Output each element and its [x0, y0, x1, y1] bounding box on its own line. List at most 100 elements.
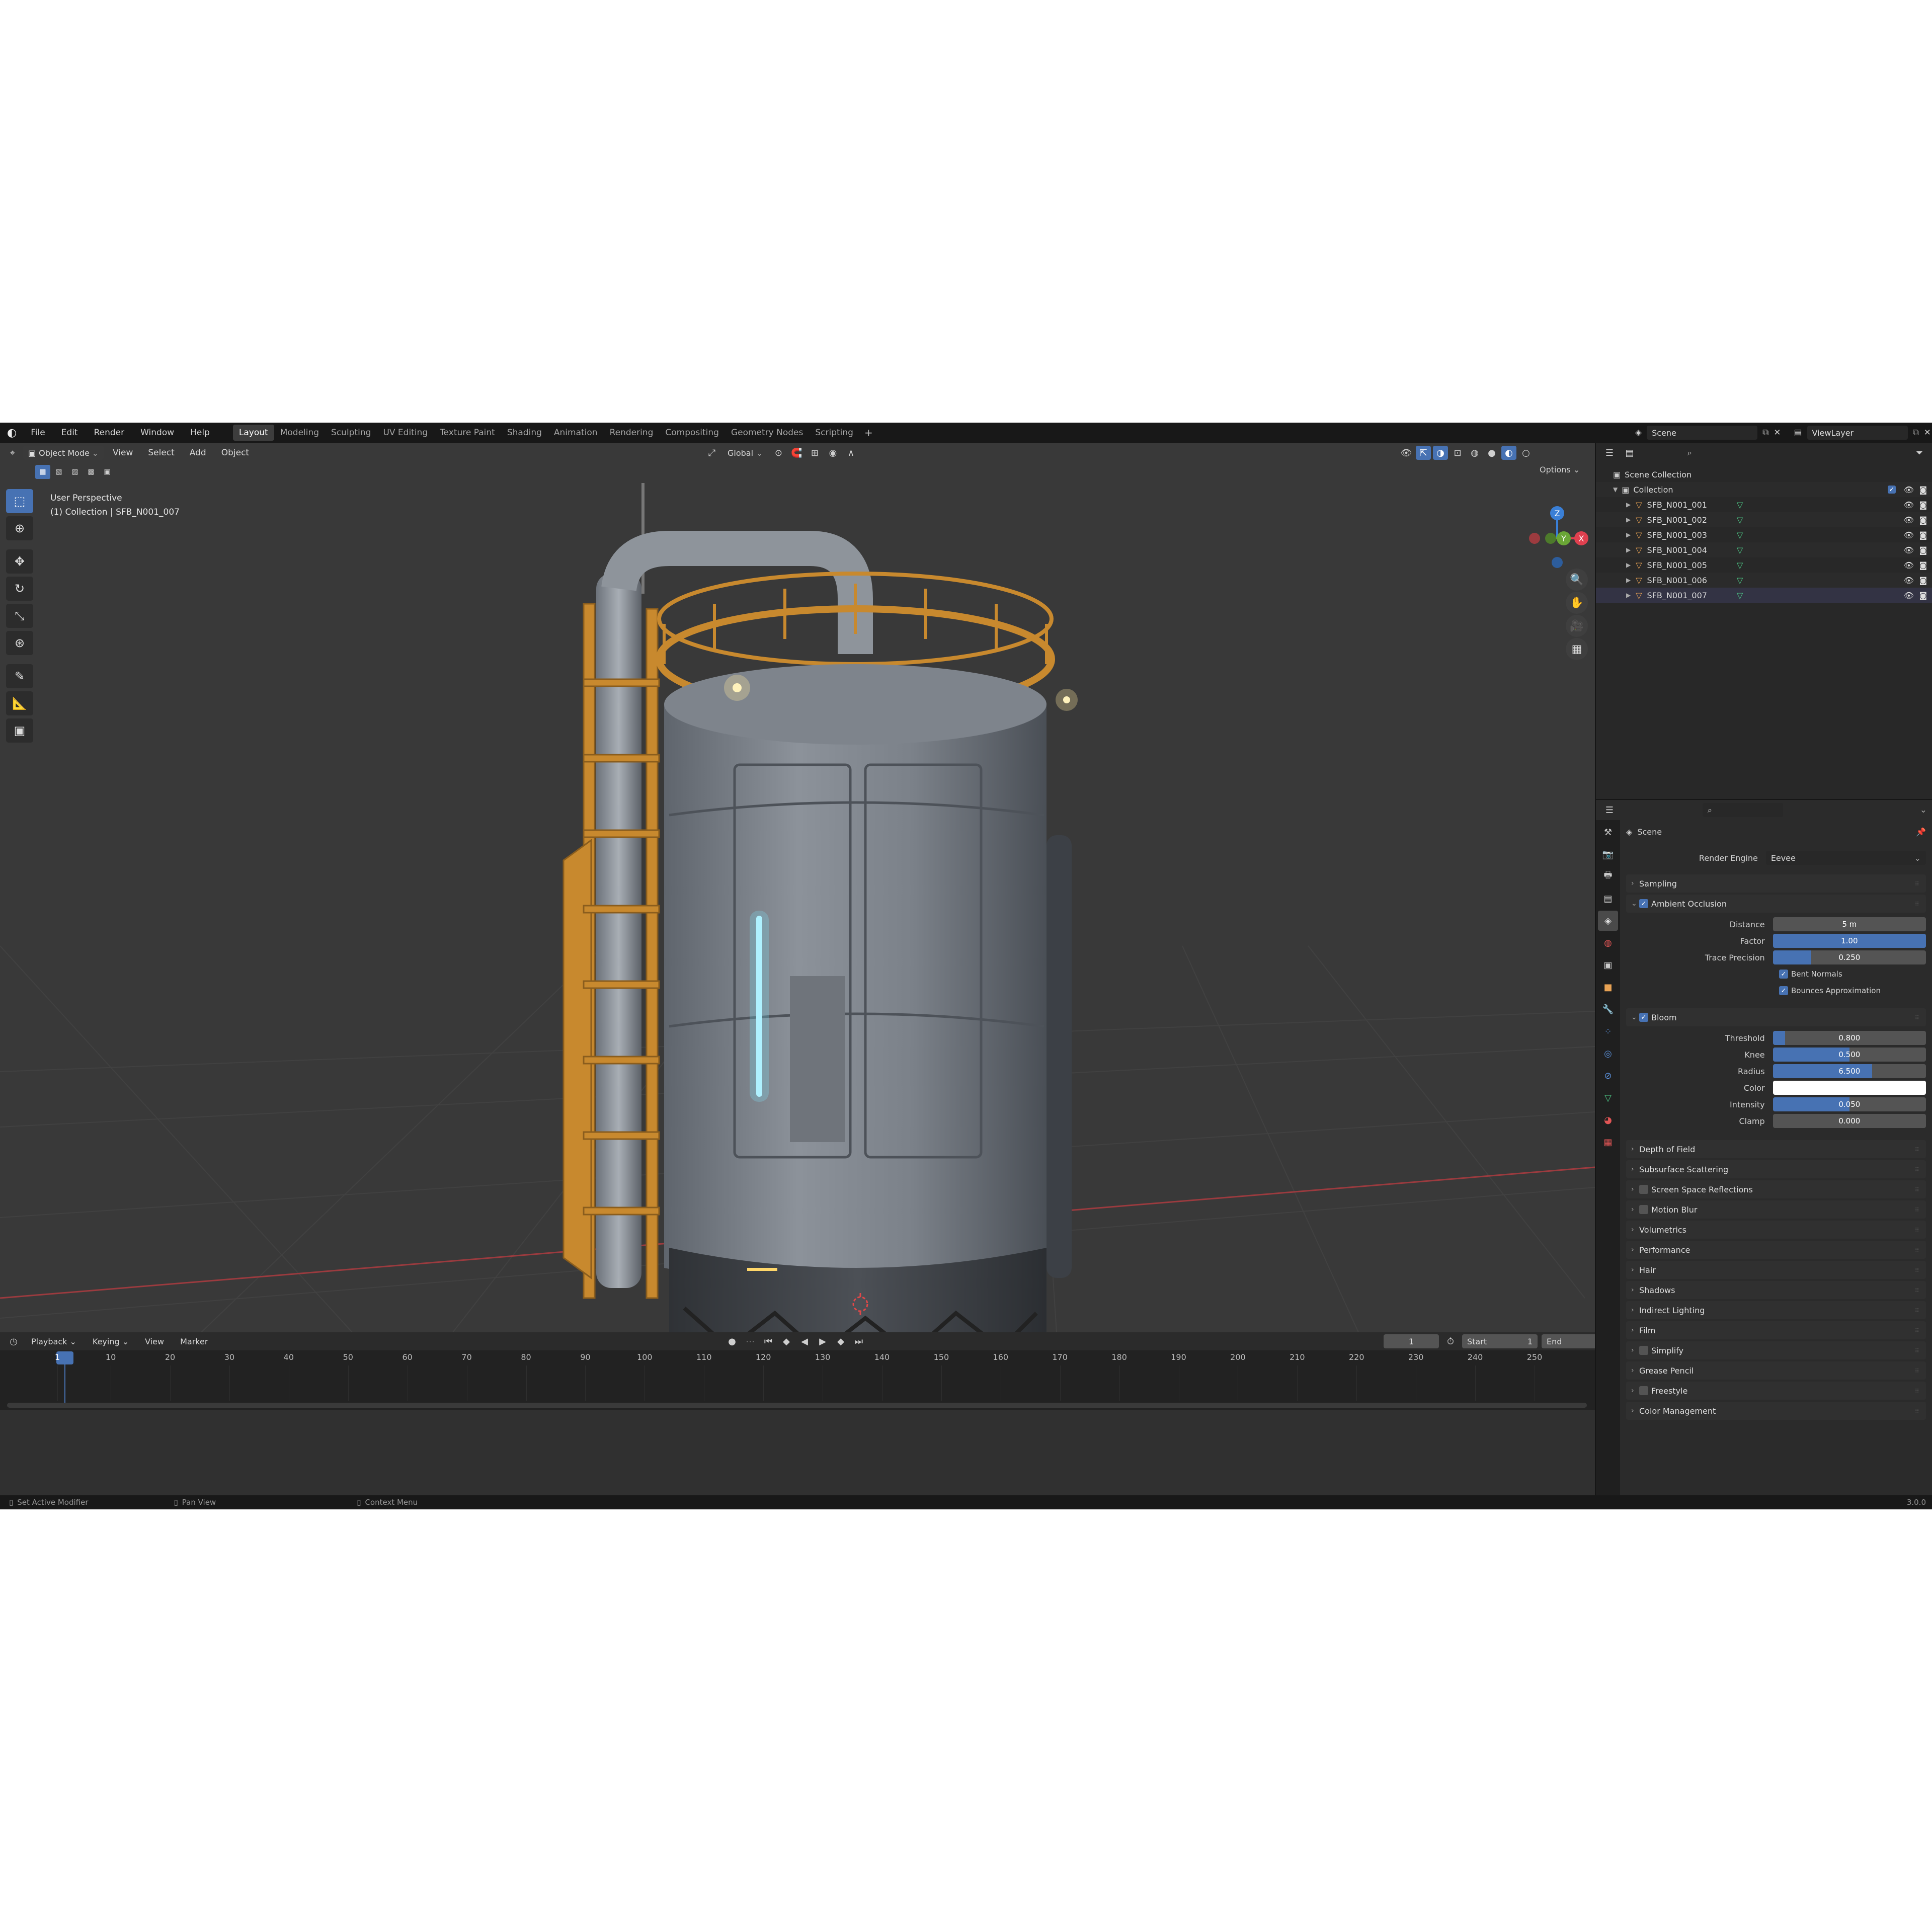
panel-enable-checkbox[interactable] [1639, 1185, 1648, 1194]
zoom-icon[interactable]: 🔍 [1566, 569, 1588, 591]
display-mode-icon[interactable]: ▤ [1622, 446, 1637, 460]
bloom-clamp-slider[interactable]: 0.000 [1773, 1114, 1926, 1128]
bounces-row[interactable]: ✓ Bounces Approximation [1626, 983, 1926, 998]
drag-handle-icon[interactable]: ⁝⁝ [1915, 1166, 1919, 1173]
solid-shading-icon[interactable]: ● [1484, 446, 1499, 460]
pan-hand-icon[interactable]: ✋ [1566, 592, 1588, 614]
bloom-radius-slider[interactable]: 6.500 [1773, 1064, 1926, 1078]
panel-bloom[interactable]: ⌄ ✓ Bloom ⁝⁝ [1626, 1008, 1926, 1026]
ao-distance-field[interactable]: 5 m [1773, 917, 1926, 931]
data-tab-icon[interactable]: ▽ [1598, 1088, 1618, 1108]
annotate-tool-icon[interactable]: ✎ [6, 664, 33, 688]
transform-orientation-icon[interactable]: ⤢ [704, 446, 719, 460]
properties-editor[interactable]: ☰ ⌕ ⌄ ⚒ 📷 🖶 ▤ ◈ ◍ ▣ ■ 🔧 ⁘ ◎ ⊘ ▽ ◕ ▦ ◈ Sc… [1595, 799, 1932, 1496]
scene-icon[interactable]: ◈ [1635, 428, 1642, 438]
eye-icon[interactable]: 👁 [1904, 530, 1914, 540]
add-cube-icon[interactable]: ▣ [6, 718, 33, 743]
options-button[interactable]: Options ⌄ [1540, 465, 1580, 474]
eye-icon[interactable]: 👁 [1904, 560, 1914, 570]
outliner-object-row[interactable]: ▶ ▽ SFB_N001_005 ▽ 👁 ◙ [1596, 557, 1932, 573]
panel-hair[interactable]: › Hair ⁝⁝ [1626, 1261, 1926, 1279]
tab-sculpting[interactable]: Sculpting [325, 425, 377, 441]
eye-icon[interactable]: 👁 [1904, 591, 1914, 600]
bloom-threshold-slider[interactable]: 0.800 [1773, 1031, 1926, 1045]
bounces-checkbox[interactable]: ✓ [1779, 986, 1788, 995]
viewport-menu-view[interactable]: View [107, 446, 139, 460]
modifier-tab-icon[interactable]: 🔧 [1598, 999, 1618, 1019]
transform-tool-icon[interactable]: ⊛ [6, 631, 33, 655]
expand-arrow-icon[interactable]: ▶ [1626, 546, 1631, 553]
panel-shadows[interactable]: › Shadows ⁝⁝ [1626, 1281, 1926, 1299]
timeline-ruler[interactable]: 1 10 20 30 40 50 60 70 80 90 100 110 120 130 140 150 160… [0, 1332, 1595, 1410]
outliner-search-field[interactable]: ⌕ [1682, 446, 1763, 460]
tab-texture-paint[interactable]: Texture Paint [434, 425, 501, 441]
tab-rendering[interactable]: Rendering [604, 425, 660, 441]
drag-handle-icon[interactable]: ⁝⁝ [1915, 900, 1919, 907]
camera-icon[interactable]: ◙ [1919, 530, 1927, 540]
eye-icon[interactable]: 👁 [1904, 545, 1914, 555]
ao-factor-slider[interactable]: 1.00 [1773, 934, 1926, 948]
move-tool-icon[interactable]: ✥ [6, 549, 33, 574]
panel-grease-pencil[interactable]: › Grease Pencil ⁝⁝ [1626, 1361, 1926, 1380]
drag-handle-icon[interactable]: ⁝⁝ [1915, 1014, 1919, 1021]
panel-indirect-lighting[interactable]: › Indirect Lighting ⁝⁝ [1626, 1301, 1926, 1319]
scene-collection-row[interactable]: ▣ Scene Collection [1596, 467, 1932, 482]
outliner-object-row[interactable]: ▶ ▽ SFB_N001_003 ▽ 👁 ◙ [1596, 527, 1932, 542]
properties-editor-type-icon[interactable]: ☰ [1602, 803, 1617, 817]
collection-row[interactable]: ▼ ▣ Collection ✓ 👁 ◙ [1596, 482, 1932, 497]
drag-handle-icon[interactable]: ⁝⁝ [1915, 1266, 1919, 1273]
physics-tab-icon[interactable]: ◎ [1598, 1043, 1618, 1064]
viewport-scene[interactable] [0, 443, 1595, 1332]
view-layer-new-icon[interactable]: ⧉ [1913, 428, 1919, 438]
outliner[interactable]: ☰ ▤ ⌕ ⏷ ▣ Scene Collection ▼ ▣ Collection … [1595, 443, 1932, 799]
camera-icon[interactable]: ◙ [1919, 485, 1927, 495]
drag-handle-icon[interactable]: ⁝⁝ [1915, 880, 1919, 887]
tab-geometry-nodes[interactable]: Geometry Nodes [725, 425, 809, 441]
pin-icon[interactable]: 📌 [1916, 827, 1926, 837]
texture-tab-icon[interactable]: ▦ [1598, 1132, 1618, 1152]
3d-viewport[interactable]: ⌖ ▣ Object Mode ⌄ View Select Add Object… [0, 443, 1595, 1332]
camera-icon[interactable]: ◙ [1919, 576, 1927, 585]
bloom-intensity-slider[interactable]: 0.050 [1773, 1097, 1926, 1111]
falloff-icon[interactable]: ∧ [843, 446, 858, 460]
viewport-menu-add[interactable]: Add [184, 446, 212, 460]
bloom-enable-checkbox[interactable]: ✓ [1639, 1013, 1648, 1022]
pivot-icon[interactable]: ⊙ [771, 446, 786, 460]
panel-sampling[interactable]: › Sampling ⁝⁝ [1626, 874, 1926, 893]
panel-motion-blur[interactable]: › Motion Blur ⁝⁝ [1626, 1200, 1926, 1219]
rendered-shading-icon[interactable]: ○ [1518, 446, 1534, 460]
outliner-object-row[interactable]: ▶ ▽ SFB_N001_001 ▽ 👁 ◙ [1596, 497, 1932, 512]
view-layer-icon[interactable]: ▤ [1794, 428, 1802, 438]
include-checkbox[interactable]: ✓ [1888, 486, 1896, 494]
chevron-down-icon[interactable]: ⌄ [1920, 805, 1927, 815]
menu-help[interactable]: Help [182, 428, 218, 438]
view-layer-tab-icon[interactable]: ▤ [1598, 889, 1618, 909]
scene-new-icon[interactable]: ⧉ [1762, 428, 1768, 438]
proportional-edit-icon[interactable]: ◉ [825, 446, 840, 460]
orientation-selector[interactable]: Global ⌄ [722, 446, 768, 460]
add-workspace-icon[interactable]: + [859, 427, 878, 439]
panel-depth-of-field[interactable]: › Depth of Field ⁝⁝ [1626, 1140, 1926, 1158]
expand-arrow-icon[interactable]: ▶ [1626, 531, 1631, 538]
drag-handle-icon[interactable]: ⁝⁝ [1915, 1327, 1919, 1334]
expand-arrow-icon[interactable]: ▶ [1626, 501, 1631, 508]
viewport-menu-select[interactable]: Select [142, 446, 180, 460]
scene-selector[interactable]: Scene [1647, 426, 1758, 440]
world-tab-icon[interactable]: ◍ [1598, 933, 1618, 953]
properties-search-field[interactable]: ⌕ [1703, 803, 1783, 817]
snap-target-icon[interactable]: ⊞ [807, 446, 822, 460]
panel-freestyle[interactable]: › Freestyle ⁝⁝ [1626, 1382, 1926, 1400]
scene-delete-icon[interactable]: ✕ [1774, 428, 1781, 438]
camera-icon[interactable]: ◙ [1919, 560, 1927, 570]
scene-tab-icon[interactable]: ◈ [1598, 911, 1618, 931]
mode-selector[interactable]: ▣ Object Mode ⌄ [23, 446, 104, 460]
tab-layout[interactable]: Layout [232, 425, 274, 441]
outliner-object-row[interactable]: ▶ ▽ SFB_N001_006 ▽ 👁 ◙ [1596, 573, 1932, 588]
drag-handle-icon[interactable]: ⁝⁝ [1915, 1407, 1919, 1414]
panel-screen-space-reflections[interactable]: › Screen Space Reflections ⁝⁝ [1626, 1180, 1926, 1198]
tab-compositing[interactable]: Compositing [659, 425, 725, 441]
menu-file[interactable]: File [23, 428, 53, 438]
drag-handle-icon[interactable]: ⁝⁝ [1915, 1387, 1919, 1394]
filter-icon[interactable]: ⏷ [1912, 446, 1927, 460]
output-tab-icon[interactable]: 🖶 [1598, 866, 1618, 887]
